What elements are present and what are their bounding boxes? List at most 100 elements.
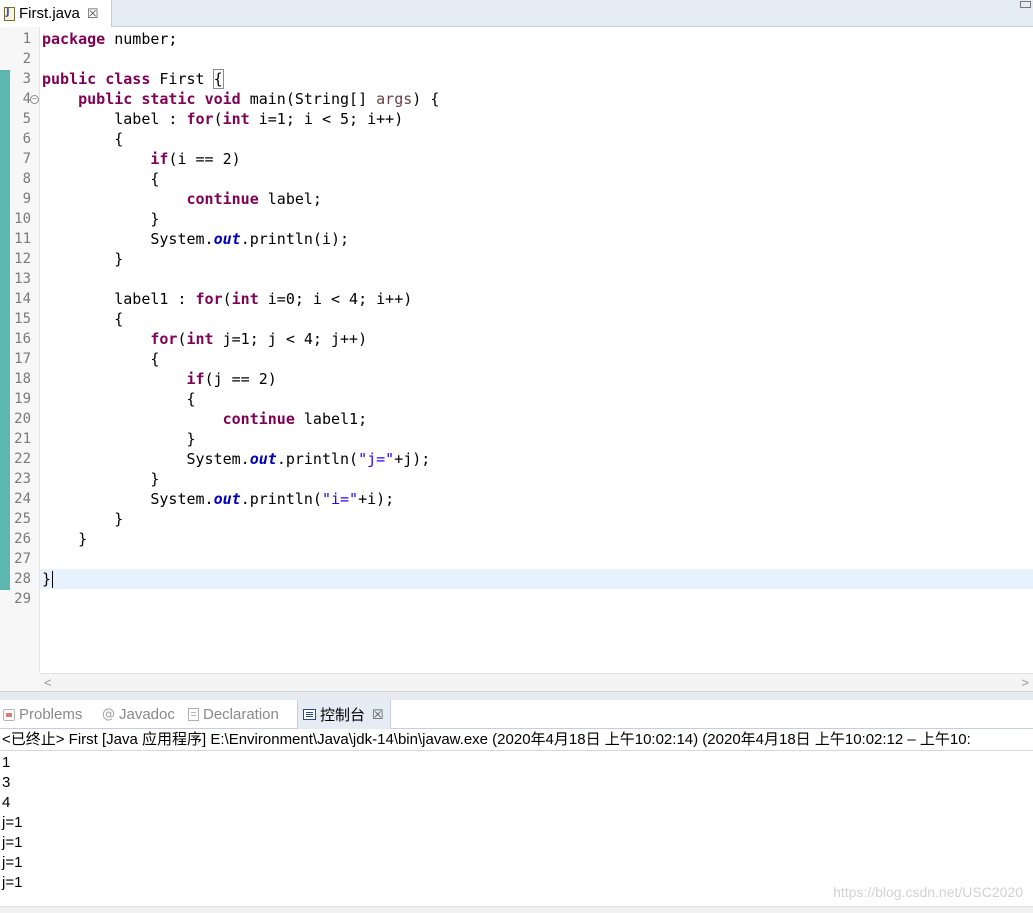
code-token: label1 :: [42, 290, 196, 308]
line-number: 8: [22, 171, 31, 187]
line-number: 16: [14, 331, 31, 347]
code-line[interactable]: label1 : for(int i=0; i < 4; i++): [42, 289, 1033, 309]
code-line[interactable]: [42, 269, 1033, 289]
code-line[interactable]: }: [42, 249, 1033, 269]
maximize-icon[interactable]: [1020, 1, 1031, 8]
code-token: (j == 2): [204, 370, 277, 388]
code-token: }: [42, 210, 160, 228]
code-token: ) {: [412, 90, 440, 108]
code-token: {: [42, 390, 196, 408]
tab-problems[interactable]: Problems: [3, 700, 82, 729]
code-line[interactable]: label : for(int i=1; i < 5; i++): [42, 109, 1033, 129]
code-line[interactable]: {: [42, 129, 1033, 149]
editor-tab-first-java[interactable]: First.java ☒: [0, 0, 112, 27]
horizontal-scrollbar[interactable]: < >: [40, 673, 1033, 691]
scroll-left-icon[interactable]: <: [44, 675, 52, 690]
code-token: (i == 2): [168, 150, 241, 168]
close-icon[interactable]: ☒: [87, 6, 99, 22]
line-number: 29: [14, 591, 31, 607]
code-line[interactable]: if(i == 2): [42, 149, 1033, 169]
line-number: 11: [14, 231, 31, 247]
code-line[interactable]: [42, 589, 1033, 609]
code-token: public: [78, 90, 133, 108]
line-number: 17: [14, 351, 31, 367]
code-token: (: [177, 330, 187, 348]
code-line[interactable]: {: [42, 309, 1033, 329]
line-number: 10: [14, 211, 31, 227]
code-token: args: [376, 90, 413, 108]
line-number: 19: [14, 391, 31, 407]
code-line[interactable]: {: [42, 349, 1033, 369]
code-token: class: [105, 70, 151, 88]
code-line[interactable]: }: [42, 429, 1033, 449]
code-token: public: [42, 70, 97, 88]
code-line[interactable]: }: [42, 509, 1033, 529]
line-number: 1: [22, 31, 31, 47]
line-number: 23: [14, 471, 31, 487]
code-line[interactable]: [42, 549, 1033, 569]
code-line[interactable]: for(int j=1; j < 4; j++): [42, 329, 1033, 349]
code-token: +i);: [358, 490, 395, 508]
code-editor[interactable]: 1 2 3 4 5 6 7 8 9 10 11 12 13 14 15 16 17 18 19 20 21 22 23 24 2…: [0, 27, 1033, 673]
line-number: 3: [22, 71, 31, 87]
code-token: package: [42, 30, 106, 48]
tab-console[interactable]: 控制台 ☒: [297, 700, 391, 729]
code-line[interactable]: }: [42, 529, 1033, 549]
pane-separator[interactable]: [0, 691, 1033, 700]
line-number: 14: [14, 291, 31, 307]
code-token: for: [186, 110, 214, 128]
console-icon: [303, 709, 316, 720]
java-file-icon: [4, 6, 15, 21]
console-output[interactable]: 1 3 4 j=1 j=1 j=1 j=1: [2, 753, 22, 893]
code-token: System.: [42, 450, 250, 468]
code-token: (: [222, 290, 232, 308]
code-line[interactable]: package number;: [42, 29, 1033, 49]
line-number: 26: [14, 531, 31, 547]
code-token: }: [42, 470, 160, 488]
code-line[interactable]: {: [42, 389, 1033, 409]
line-number: 4: [22, 91, 31, 107]
tab-declaration[interactable]: Declaration: [188, 700, 279, 729]
code-token: int: [186, 330, 214, 348]
code-line[interactable]: }: [40, 569, 1033, 589]
code-line[interactable]: }: [42, 209, 1033, 229]
code-token: }: [42, 510, 124, 528]
code-token: {: [42, 310, 124, 328]
code-line[interactable]: System.out.println(i);: [42, 229, 1033, 249]
code-line[interactable]: public class First {: [42, 69, 1033, 89]
code-token: label :: [42, 110, 187, 128]
fold-icon[interactable]: −: [30, 95, 39, 104]
code-line[interactable]: System.out.println("j="+j);: [42, 449, 1033, 469]
line-number: 5: [22, 111, 31, 127]
scroll-right-icon[interactable]: >: [1021, 675, 1029, 690]
tab-console-label: 控制台: [320, 707, 366, 724]
code-line[interactable]: continue label1;: [42, 409, 1033, 429]
code-token: {: [42, 170, 160, 188]
close-icon[interactable]: ☒: [372, 707, 384, 723]
code-line[interactable]: [42, 49, 1033, 69]
editor-tab-bar: First.java ☒: [0, 0, 1033, 27]
line-number: 18: [14, 371, 31, 387]
tab-javadoc[interactable]: @ Javadoc: [102, 700, 175, 729]
line-number: 2: [22, 51, 31, 67]
tab-problems-label: Problems: [19, 706, 83, 723]
code-line[interactable]: {: [42, 169, 1033, 189]
code-token: First: [150, 70, 214, 88]
console-output-line: j=1: [2, 854, 23, 871]
code-token: out: [249, 450, 277, 468]
code-token: "j=": [358, 450, 395, 468]
code-token: .println(: [240, 490, 322, 508]
code-line[interactable]: if(j == 2): [42, 369, 1033, 389]
code-line[interactable]: }: [42, 469, 1033, 489]
code-line[interactable]: continue label;: [42, 189, 1033, 209]
line-number: 9: [22, 191, 31, 207]
code-line[interactable]: System.out.println("i="+i);: [42, 489, 1033, 509]
code-token: void: [204, 90, 241, 108]
code-line[interactable]: public static void main(String[] args) {: [42, 89, 1033, 109]
code-token: }: [42, 570, 52, 588]
